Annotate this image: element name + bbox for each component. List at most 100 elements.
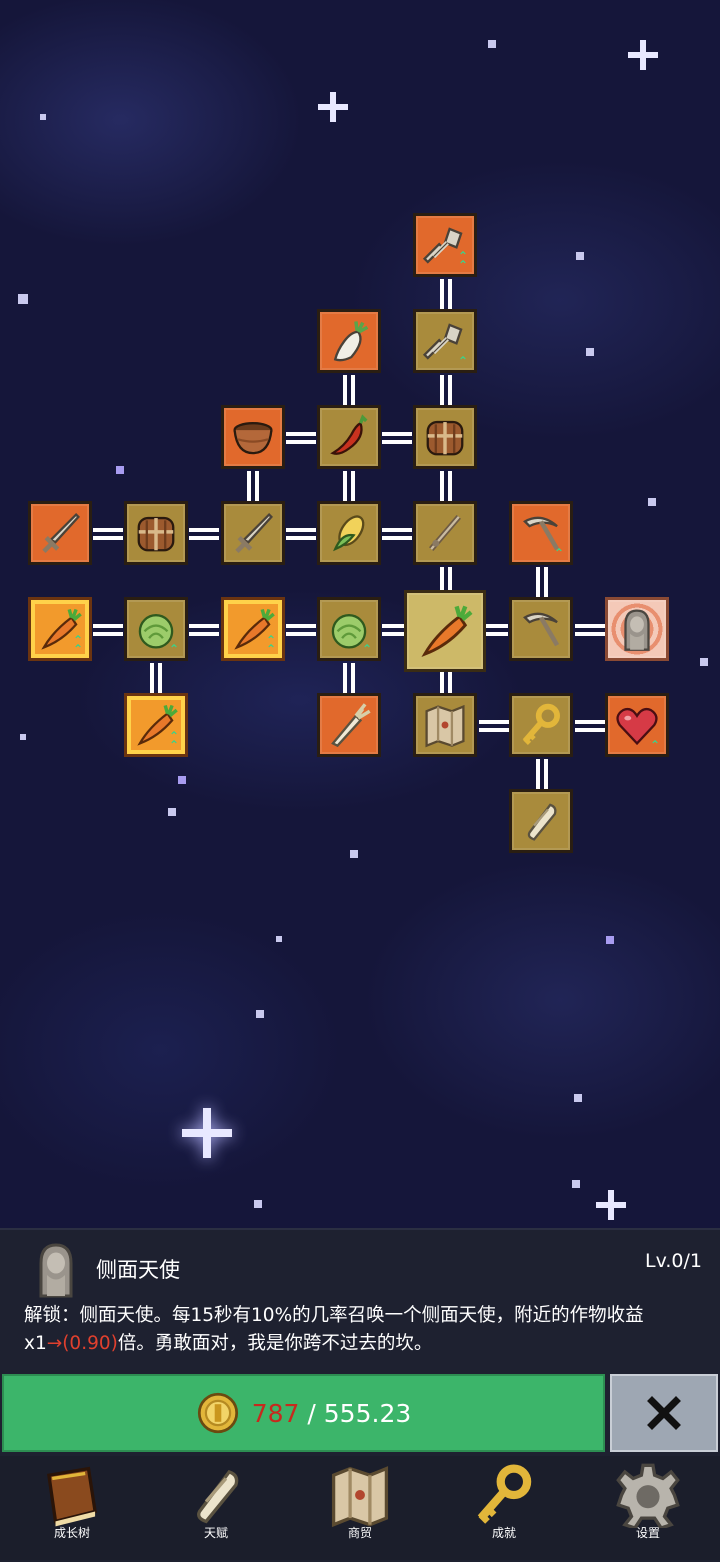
star (276, 936, 282, 942)
skill-node-pickaxe[interactable] (509, 597, 573, 661)
skill-node-angel-statue[interactable] (605, 597, 669, 661)
skill-node-shovel[interactable]: ⌃ ⌃ (413, 213, 477, 277)
sparkle-star (628, 40, 658, 70)
map-icon (422, 702, 468, 748)
tree-link (439, 567, 453, 591)
upgrade-arrow-icon: ⌃ (457, 354, 468, 368)
unlock-button[interactable]: 787 / 555.23 (2, 1374, 605, 1452)
skill-node-carrot-selected[interactable] (404, 590, 486, 672)
sword-icon (37, 510, 83, 556)
skill-node-staff[interactable] (413, 501, 477, 565)
tree-link (382, 623, 404, 637)
nav-label: 天赋 (203, 1526, 228, 1540)
multiplier-change: →(0.90) (46, 1333, 118, 1354)
angel-statue-icon (26, 1238, 86, 1300)
star (606, 936, 614, 944)
tree-link (342, 663, 356, 693)
tree-link (342, 471, 356, 501)
star (168, 808, 176, 816)
skill-node-corn[interactable] (317, 501, 381, 565)
skill-node-chili[interactable] (317, 405, 381, 469)
star (700, 658, 708, 666)
upgrade-arrows-icon: ⌃ ⌃ (457, 249, 468, 272)
tree-link (535, 567, 549, 597)
skill-node-carrot[interactable]: ⌃ ⌃ (28, 597, 92, 661)
tree-link (93, 623, 123, 637)
star (40, 114, 46, 120)
space-background: ⌃ ⌃ ⌃ ⌃ ⌃ ⌃ ⌃ ⌃ ⌃ ⌃ ⌃ ⌃ ⌃ (0, 0, 720, 1228)
skill-node-chest[interactable] (124, 501, 188, 565)
skill-node-pickaxe[interactable]: ⌃ (509, 501, 573, 565)
nav-talent[interactable]: 天赋 (166, 1462, 266, 1554)
tree-link (286, 431, 316, 445)
leek-icon (326, 702, 372, 748)
tree-link (575, 623, 605, 637)
key-icon (471, 1462, 537, 1528)
tree-link (439, 279, 453, 309)
skill-node-shovel[interactable]: ⌃ (413, 309, 477, 373)
tree-link (382, 431, 412, 445)
star (572, 1180, 580, 1188)
tree-link (479, 719, 509, 733)
book-icon (39, 1462, 105, 1528)
skill-node-sword[interactable] (28, 501, 92, 565)
skill-node-cabbage[interactable]: ⌃ (124, 597, 188, 661)
tree-link (189, 527, 219, 541)
skill-node-sword[interactable] (221, 501, 285, 565)
pickaxe-icon (518, 606, 564, 652)
chest-icon (422, 414, 468, 460)
nav-trade[interactable]: 商贸 (310, 1462, 410, 1554)
angel-statue-icon (614, 606, 660, 652)
skill-level: Lv.0/1 (645, 1250, 702, 1272)
star (18, 294, 28, 304)
star (350, 850, 358, 858)
scroll-icon (518, 798, 564, 844)
upgrade-arrow-icon: ⌃ (649, 738, 660, 752)
price-separator: / (299, 1398, 324, 1428)
star (574, 1094, 582, 1102)
corn-icon (326, 510, 372, 556)
staff-icon (422, 510, 468, 556)
skill-node-cabbage[interactable]: ⌃ (317, 597, 381, 661)
skill-node-bowl[interactable] (221, 405, 285, 469)
star (178, 776, 186, 784)
tree-link (246, 471, 260, 501)
skill-node-carrot[interactable]: ⌃ ⌃ (221, 597, 285, 661)
sparkle-star (596, 1190, 626, 1220)
skill-node-key[interactable] (509, 693, 573, 757)
bowl-icon (230, 414, 276, 460)
skill-node-carrot[interactable]: ⌃ ⌃ (124, 693, 188, 757)
skill-node-leek[interactable] (317, 693, 381, 757)
nav-growth-tree[interactable]: 成长树 (22, 1462, 122, 1554)
star (488, 40, 496, 48)
skill-node-scroll[interactable] (509, 789, 573, 853)
tree-link (342, 375, 356, 405)
upgrade-arrow-icon: ⌃ (168, 642, 179, 656)
upgrade-arrows-icon: ⌃ ⌃ (265, 633, 276, 656)
skill-node-chest[interactable] (413, 405, 477, 469)
close-button[interactable] (610, 1374, 718, 1452)
tree-link (286, 527, 316, 541)
close-icon (647, 1396, 681, 1430)
description-tail: 倍。勇敢面对，我是你跨不过去的坎。 (117, 1333, 433, 1354)
sword-icon (230, 510, 276, 556)
skill-node-radish[interactable] (317, 309, 381, 373)
coins-owned: 787 (251, 1398, 300, 1428)
tree-link (575, 719, 605, 733)
nav-settings[interactable]: 设置 (598, 1462, 698, 1554)
gear-icon (615, 1462, 681, 1528)
chili-icon (326, 414, 372, 460)
tree-link (486, 623, 508, 637)
tree-link (149, 663, 163, 693)
price-label: 787 / 555.23 (252, 1399, 412, 1428)
nav-label: 成就 (491, 1526, 516, 1540)
skill-node-map[interactable] (413, 693, 477, 757)
nav-label: 成长树 (53, 1526, 90, 1540)
upgrade-arrow-icon: ⌃ (553, 546, 564, 560)
skill-node-heart[interactable]: ⌃ (605, 693, 669, 757)
tree-link (382, 527, 412, 541)
unlock-cost: 555.23 (323, 1398, 412, 1428)
nav-achievement[interactable]: 成就 (454, 1462, 554, 1554)
radish-icon (326, 318, 372, 364)
skill-name: 侧面天使 (96, 1258, 180, 1282)
